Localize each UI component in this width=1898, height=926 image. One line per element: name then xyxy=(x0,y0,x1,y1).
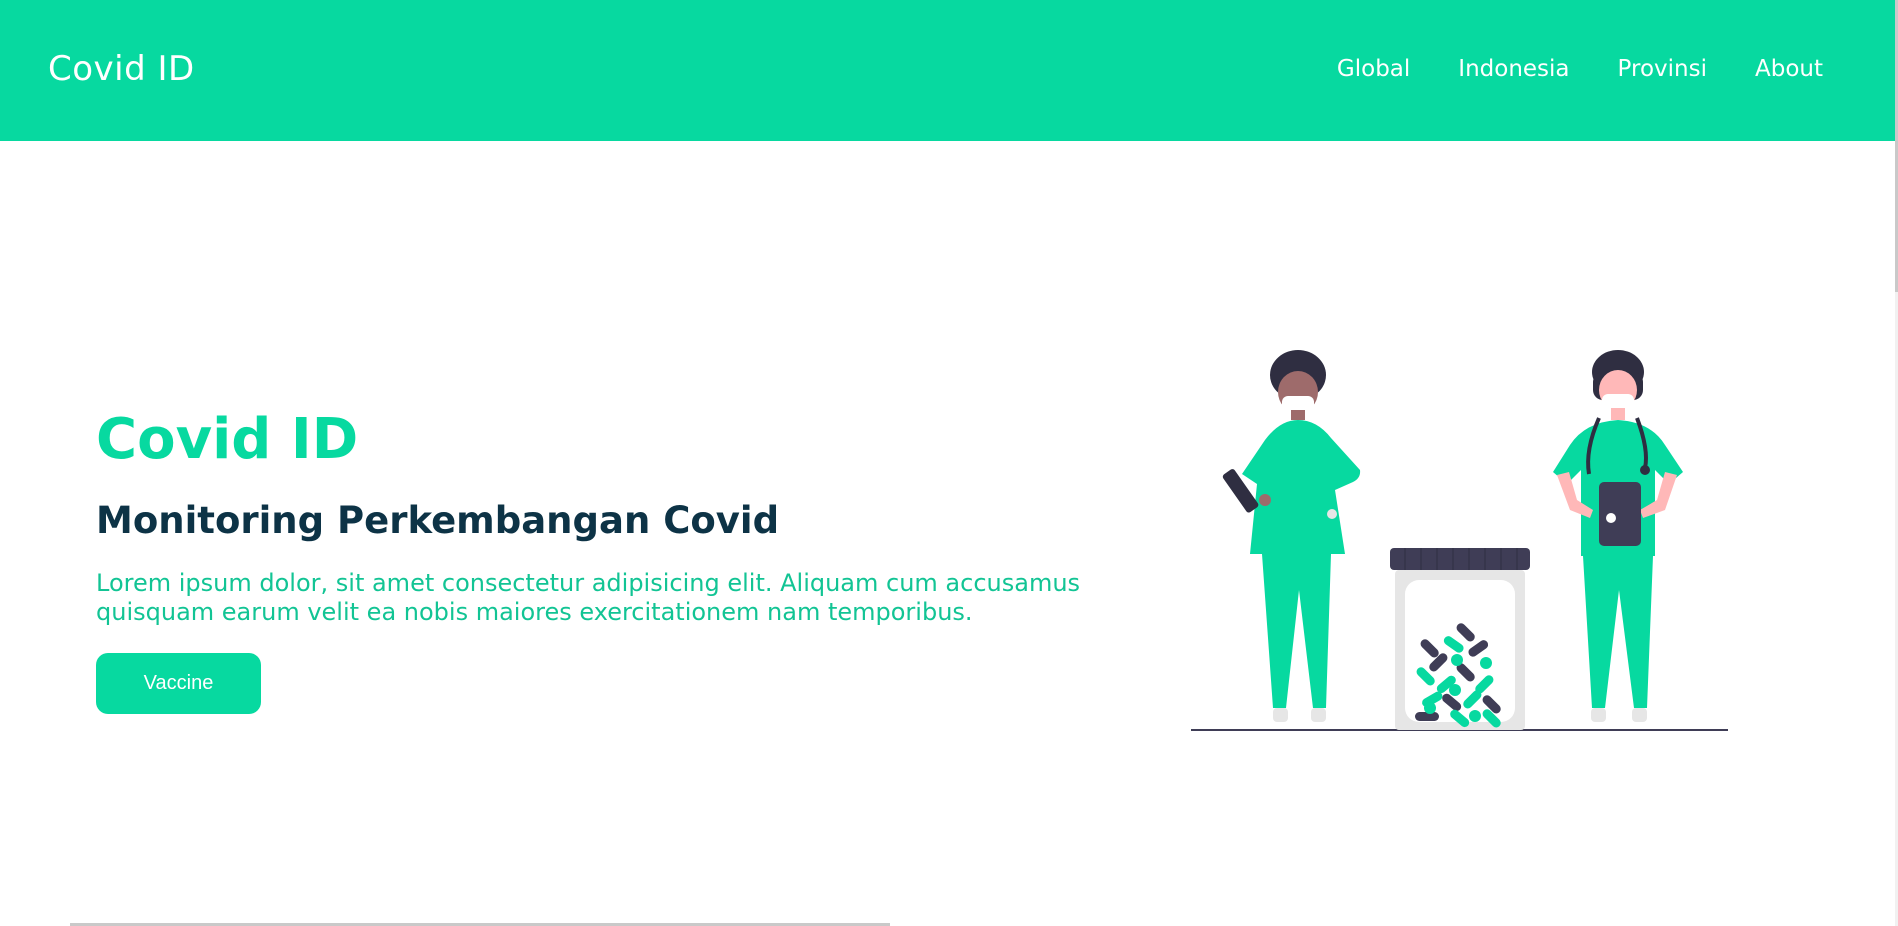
doctors-with-pill-jar-illustration xyxy=(1191,350,1728,731)
nav-link-indonesia[interactable]: Indonesia xyxy=(1458,56,1569,82)
hero-section: Covid ID Monitoring Perkembangan Covid L… xyxy=(96,403,1106,714)
pill-jar xyxy=(1390,548,1530,730)
nav-links: Global Indonesia Provinsi About xyxy=(1337,56,1823,82)
left-doctor-figure xyxy=(1222,350,1361,722)
right-doctor-figure xyxy=(1553,350,1683,722)
nav-link-provinsi[interactable]: Provinsi xyxy=(1618,56,1707,82)
page: Covid ID Global Indonesia Provinsi About… xyxy=(0,0,1898,926)
hero-title: Covid ID xyxy=(96,407,359,472)
brand-logo[interactable]: Covid ID xyxy=(48,49,195,89)
hero-description: Lorem ipsum dolor, sit amet consectetur … xyxy=(96,569,1081,626)
nav-link-global[interactable]: Global xyxy=(1337,56,1410,82)
nav-link-about[interactable]: About xyxy=(1755,56,1823,82)
hero-subtitle: Monitoring Perkembangan Covid xyxy=(96,499,780,542)
vaccine-button[interactable]: Vaccine xyxy=(96,653,261,714)
navbar: Covid ID Global Indonesia Provinsi About xyxy=(0,0,1895,141)
